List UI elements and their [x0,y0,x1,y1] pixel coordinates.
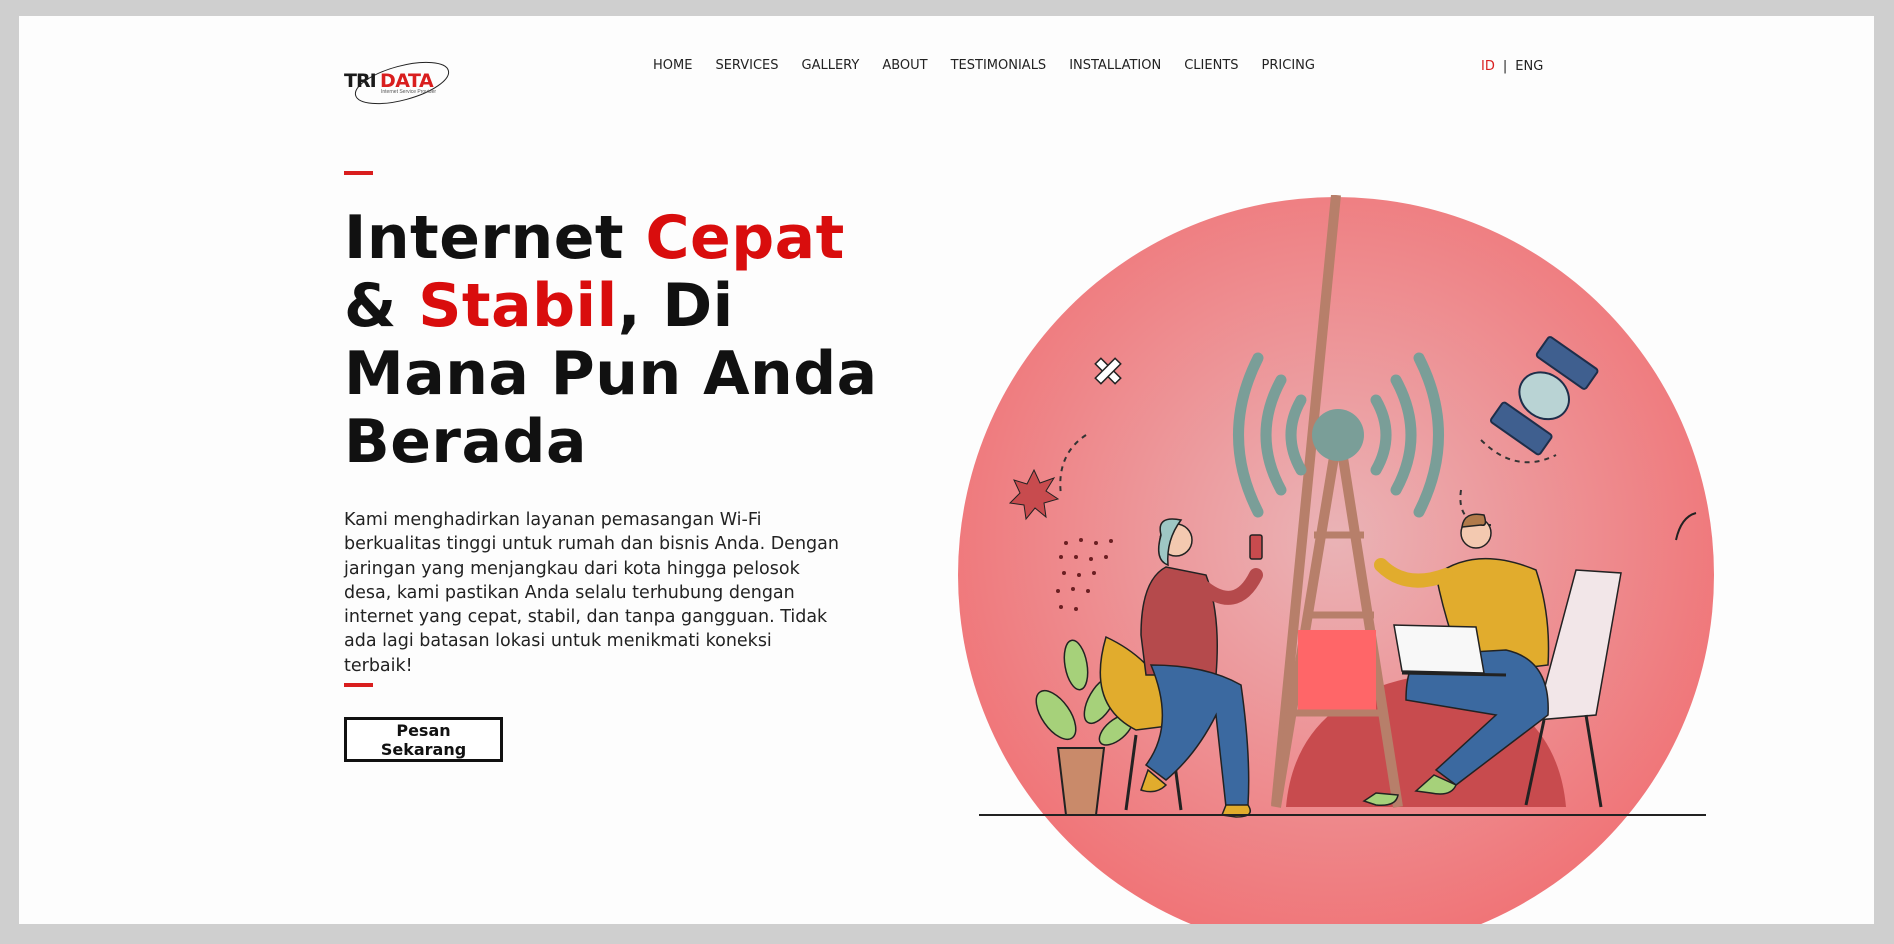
brand-logo[interactable]: TRI DATA Internet Service Provider [344,56,454,106]
hero-title-cepat: Cepat [645,203,845,273]
lang-eng[interactable]: ENG [1515,59,1543,74]
page-frame: TRI DATA Internet Service Provider HOME … [19,16,1874,924]
hero-title-part2: & [344,271,419,341]
title-accent-bar [344,171,373,175]
nav-about[interactable]: ABOUT [882,58,927,73]
nav-clients[interactable]: CLIENTS [1184,58,1238,73]
hero-title: Internet Cepat & Stabil, Di Mana Pun Anda… [344,204,904,476]
hero-illustration [958,195,1714,924]
hero-description: Kami menghadirkan layanan pemasangan Wi-… [344,510,839,676]
lang-id[interactable]: ID [1481,59,1495,74]
nav-installation[interactable]: INSTALLATION [1069,58,1161,73]
nav-home[interactable]: HOME [653,58,692,73]
main-nav: HOME SERVICES GALLERY ABOUT TESTIMONIALS… [653,58,1315,73]
nav-pricing[interactable]: PRICING [1262,58,1315,73]
nav-gallery[interactable]: GALLERY [802,58,860,73]
logo-word-tri: TRI [344,70,377,92]
logo-tagline: Internet Service Provider [381,89,437,95]
hero-title-part1: Internet [344,203,646,273]
order-now-button[interactable]: Pesan Sekarang [344,717,503,762]
nav-services[interactable]: SERVICES [715,58,778,73]
nav-testimonials[interactable]: TESTIMONIALS [951,58,1047,73]
cta-accent-bar [344,683,373,687]
lang-separator: | [1502,59,1508,74]
language-switcher: ID | ENG [1481,59,1543,74]
hero-title-stabil: Stabil [418,271,618,341]
